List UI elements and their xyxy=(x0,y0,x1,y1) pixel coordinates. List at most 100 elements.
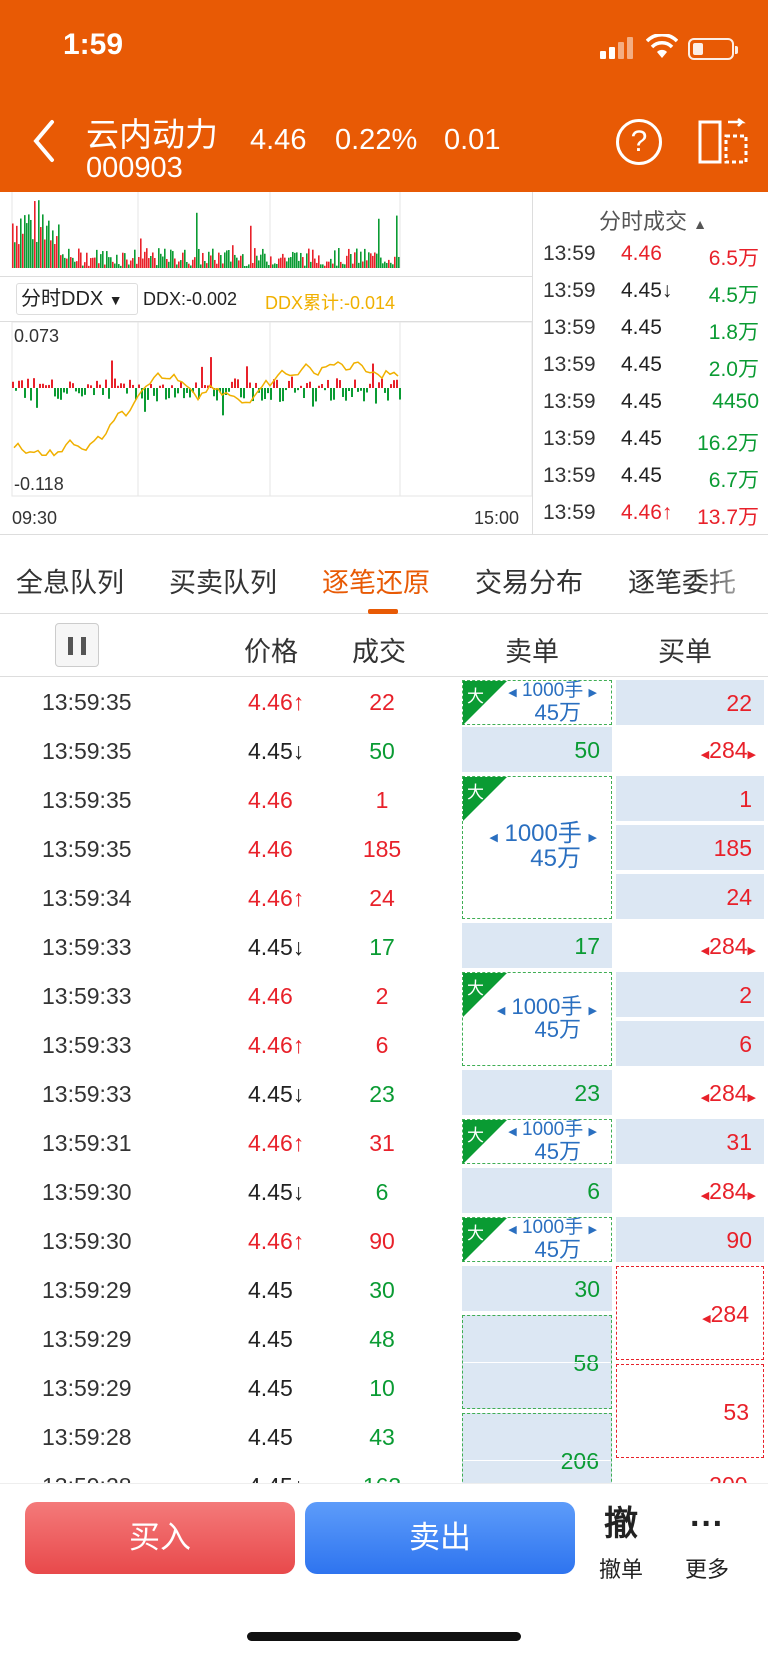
tab-trade-distribution[interactable]: 交易分布 xyxy=(475,561,583,600)
row-volume: 17 xyxy=(369,934,395,960)
big-sell-order[interactable]: 大 ◀ 1000手 ▶ 45万 xyxy=(462,1119,612,1164)
volume-bar xyxy=(370,253,372,268)
ddx-bar xyxy=(78,388,80,394)
tick-row: 13:59 4.45 1.8万 xyxy=(543,316,759,344)
ddx-bar xyxy=(150,383,152,388)
big-sell-order[interactable]: 大 ◀ 1000手 ▶ 45万 xyxy=(462,776,612,919)
stock-name: 云内动力 xyxy=(86,116,218,153)
buy-big-order[interactable]: ◀284▶ xyxy=(616,1070,764,1115)
volume-bar xyxy=(300,252,302,268)
big-sell-order[interactable]: 大 ◀ 1000手 ▶ 45万 xyxy=(462,1217,612,1262)
volume-bar xyxy=(186,261,188,268)
buy-big-order[interactable]: ◀284▶ xyxy=(616,1168,764,1213)
ddx-bar xyxy=(330,388,332,401)
ddx-bar xyxy=(144,388,146,412)
indicator-select[interactable]: 分时DDX ▼ xyxy=(16,283,138,315)
col-sell: 卖单 xyxy=(505,637,559,667)
cancel-order-button[interactable]: 撤 撤单 xyxy=(586,1502,656,1584)
volume-bar xyxy=(384,261,386,268)
ddx-bar xyxy=(216,388,218,401)
big-sell-order[interactable]: 大 ◀ 1000手 ▶ 45万 xyxy=(462,972,612,1066)
buy-cell: 1 xyxy=(616,776,764,821)
buy-big-order[interactable]: ◀200▶ xyxy=(616,1462,764,1483)
tick-restore-table[interactable]: 13:59:35 4.46↑ 22 13:59:35 4.45↓ 50 13:59:35 4.… xyxy=(0,678,768,1483)
ddx-bar xyxy=(381,378,383,388)
row-price: 4.45↓ xyxy=(248,738,305,764)
volume-bar xyxy=(230,261,232,268)
intraday-chart[interactable]: 分时DDX ▼ DDX:-0.002 DDX累计:-0.014 0.073 -0… xyxy=(0,192,532,534)
row-time: 13:59:28 xyxy=(42,1424,132,1450)
switch-screen-icon[interactable] xyxy=(698,118,748,166)
ddx-bar xyxy=(282,388,284,402)
ddx-bar xyxy=(369,383,371,388)
sell-cell: 23 xyxy=(462,1070,612,1115)
buy-button[interactable]: 买入 xyxy=(25,1502,295,1574)
volume-bar xyxy=(334,250,336,268)
volume-bar xyxy=(218,252,220,268)
volume-bar xyxy=(108,257,110,268)
volume-bar xyxy=(148,258,150,268)
volume-bar xyxy=(306,253,308,268)
volume-bar xyxy=(340,261,342,268)
ddx-bar xyxy=(174,388,176,398)
ddx-bar xyxy=(180,382,182,388)
ddx-bar xyxy=(147,388,149,400)
volume-bar xyxy=(292,251,294,268)
ddx-bar xyxy=(105,379,107,388)
row-volume: 48 xyxy=(369,1326,395,1352)
tab-bid-ask-queue[interactable]: 买卖队列 xyxy=(169,561,277,600)
volume-bar xyxy=(34,201,36,268)
sell-group-cell: 58 xyxy=(462,1315,612,1409)
volume-bar xyxy=(262,248,264,268)
volume-bar xyxy=(360,251,362,268)
tick-list[interactable]: 分时成交 ▲ 13:59 4.46 6.5万 13:59 4.45↓ 4.5万 13:59 4… xyxy=(532,192,768,534)
ddx-bar xyxy=(240,388,242,398)
volume-bar xyxy=(390,262,392,268)
volume-bar xyxy=(84,262,86,268)
ddx-bar xyxy=(132,384,134,388)
volume-bar xyxy=(156,265,158,268)
ddx-bar xyxy=(345,388,347,401)
volume-bar xyxy=(62,254,64,268)
volume-bar xyxy=(94,257,96,268)
ddx-bar xyxy=(117,385,119,388)
row-time: 13:59:29 xyxy=(42,1277,132,1303)
buy-big-order[interactable]: ◀284 xyxy=(616,1266,764,1360)
tab-full-queue[interactable]: 全息队列 xyxy=(16,561,124,600)
ddx-bar xyxy=(285,388,287,391)
ddx-bar xyxy=(120,383,122,388)
ddx-bar xyxy=(18,380,20,388)
tab-fade xyxy=(700,535,768,613)
ddx-bar xyxy=(264,388,266,400)
volume-bar xyxy=(372,255,374,268)
pause-button[interactable] xyxy=(55,623,99,667)
volume-bar xyxy=(200,264,202,268)
ddx-bar xyxy=(366,388,368,393)
ddx-bar xyxy=(396,379,398,388)
volume-bar xyxy=(350,254,352,268)
ddx-bar xyxy=(354,379,356,388)
wifi-icon xyxy=(646,34,678,58)
big-sell-order[interactable]: 大 ◀ 1000手 ▶ 45万 xyxy=(462,680,612,725)
volume-bar xyxy=(354,252,356,268)
volume-bar xyxy=(386,262,388,268)
volume-bar xyxy=(260,254,262,268)
ddx-bar xyxy=(291,376,293,388)
more-button[interactable]: ··· 更多 xyxy=(672,1502,742,1584)
volume-bar xyxy=(144,251,146,268)
buy-big-order[interactable]: ◀284▶ xyxy=(616,727,764,772)
ddx-bar xyxy=(312,388,314,407)
ddx-value: DDX:-0.002 xyxy=(143,289,238,309)
volume-bar xyxy=(204,261,206,268)
ddx-bar xyxy=(159,385,161,388)
help-button[interactable]: ? xyxy=(616,119,662,165)
back-arrow-icon[interactable] xyxy=(28,118,62,164)
tab-tick-restore[interactable]: 逐笔还原 xyxy=(322,561,430,600)
ddx-bar xyxy=(51,379,53,388)
volume-bar xyxy=(202,252,204,268)
volume-bar xyxy=(374,252,376,268)
col-price: 价格 xyxy=(244,637,298,667)
buy-big-order[interactable]: ◀284▶ xyxy=(616,923,764,968)
sell-button[interactable]: 卖出 xyxy=(305,1502,575,1574)
ddx-bar xyxy=(243,388,245,399)
